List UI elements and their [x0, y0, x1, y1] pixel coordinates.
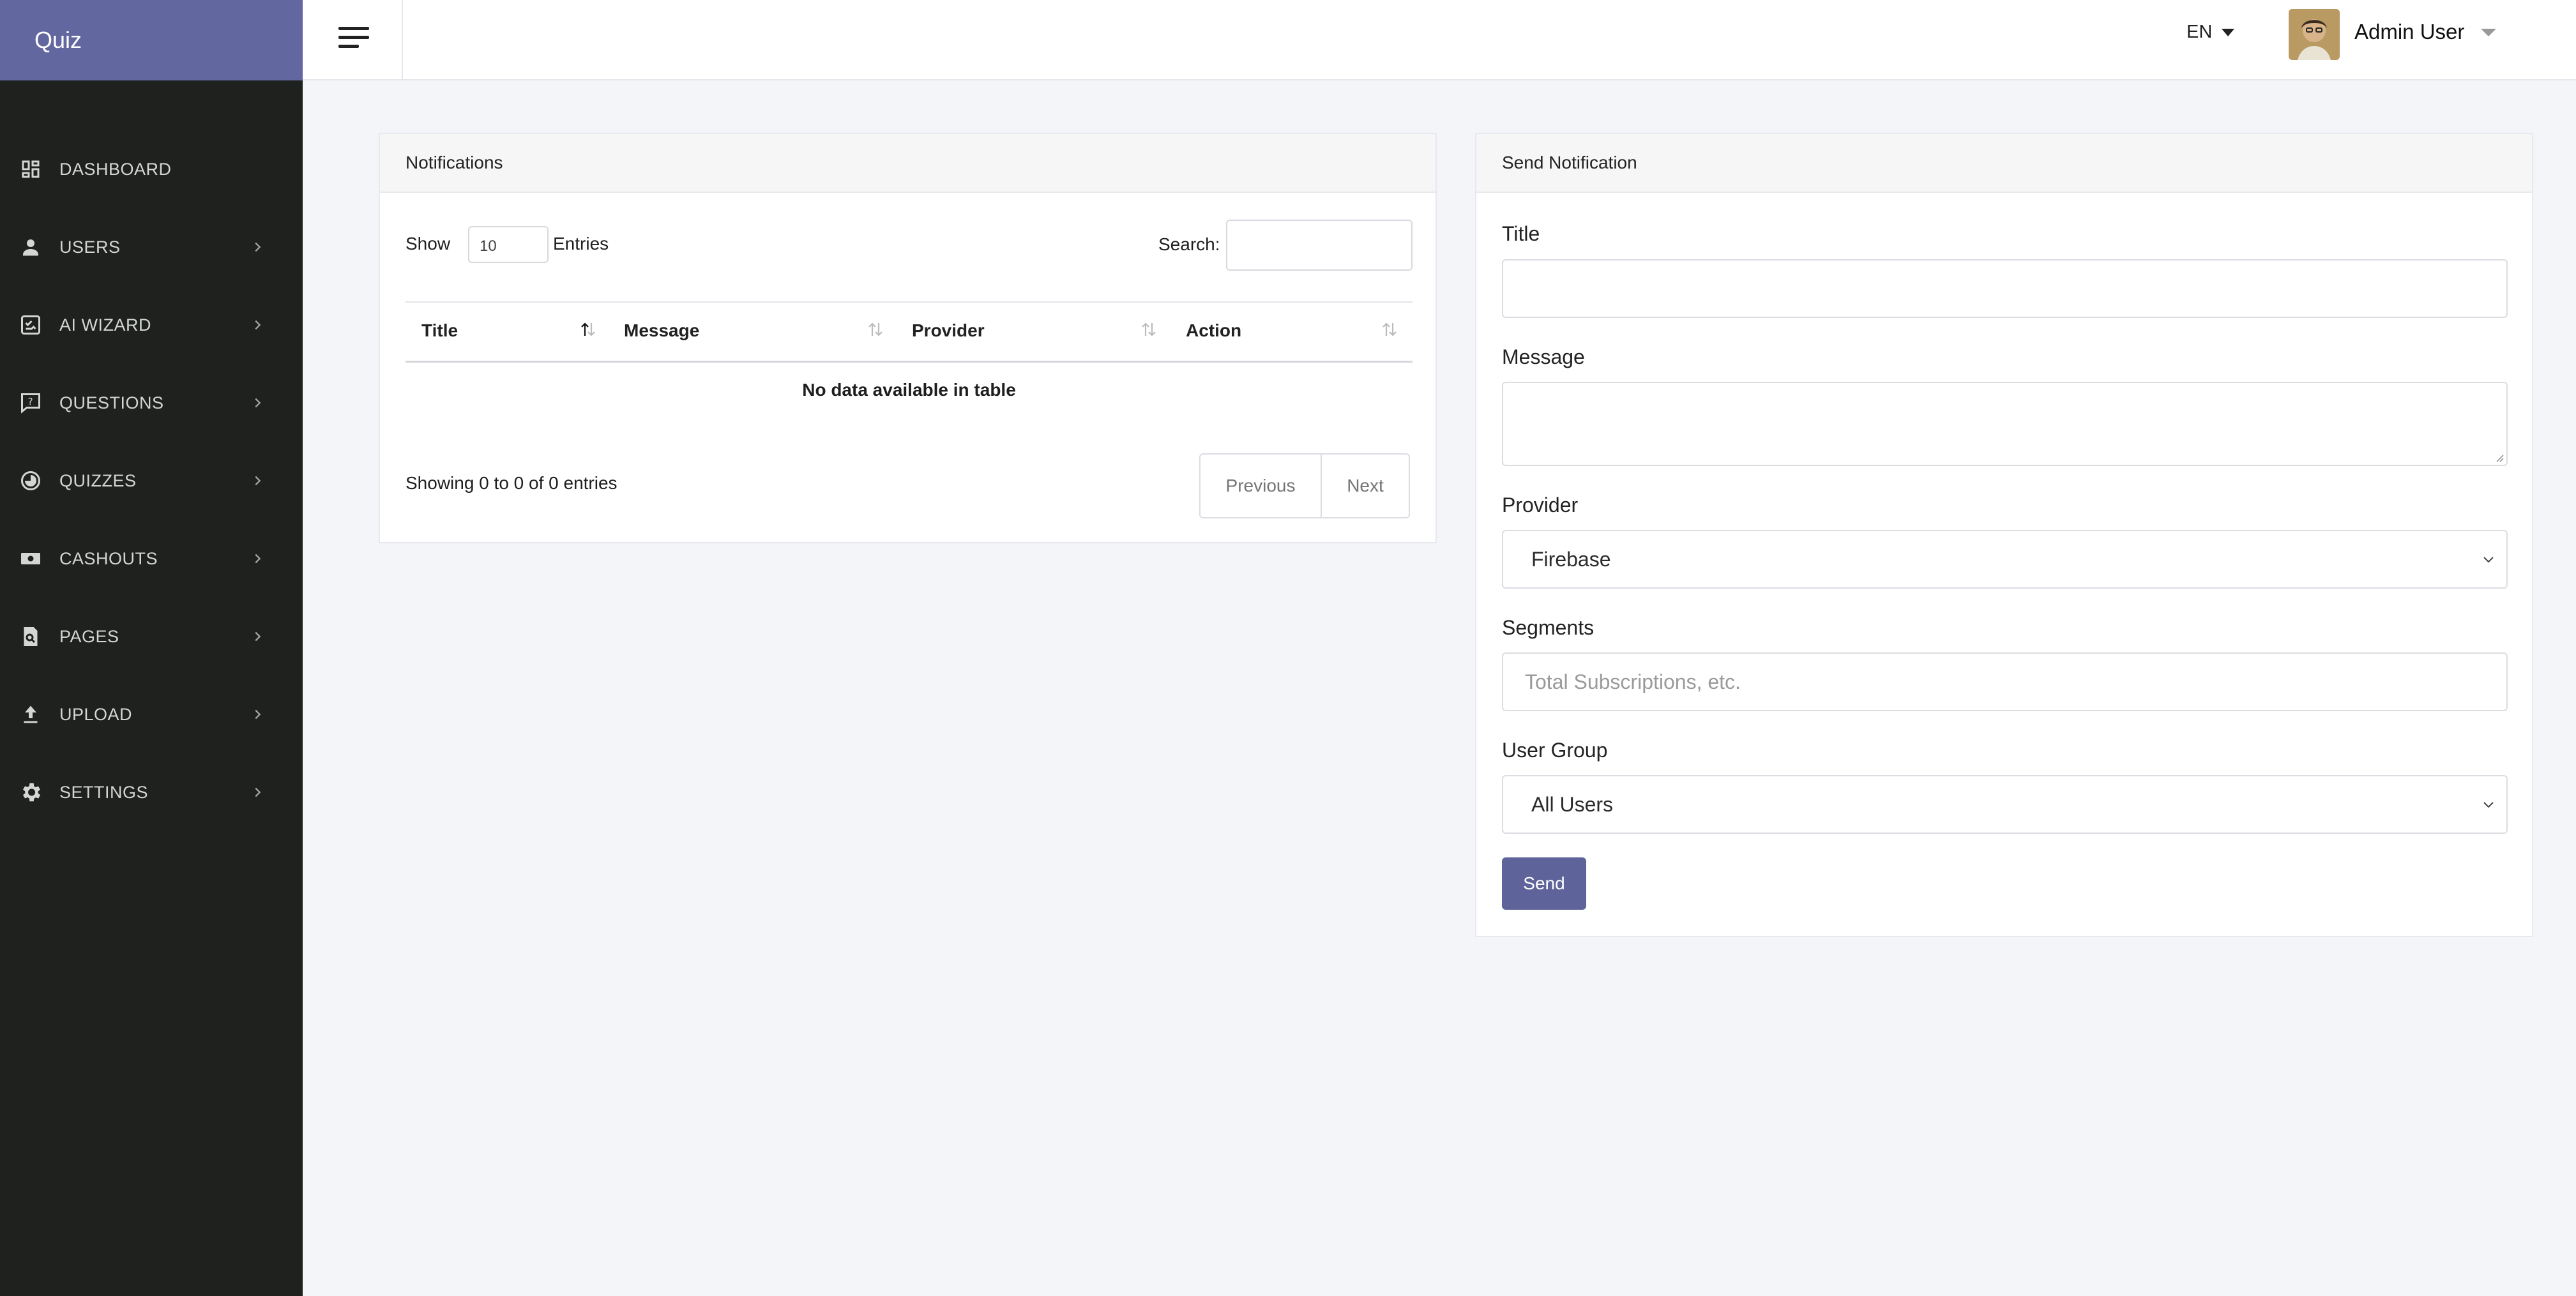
sort-icon[interactable] — [1381, 320, 1398, 338]
user-group-label: User Group — [1502, 739, 1608, 762]
resize-handle-icon[interactable] — [2494, 452, 2504, 462]
sidebar: Quiz DASHBOARD USERS AI WIZARD ? QUESTIO… — [0, 0, 303, 1296]
card-title: Notifications — [380, 134, 1436, 193]
user-icon — [18, 234, 43, 260]
caret-down-icon[interactable] — [2480, 28, 2497, 37]
search-label: Search: — [1158, 234, 1220, 254]
search-input[interactable] — [1226, 220, 1413, 271]
sidebar-item-ai-wizard[interactable]: AI WIZARD — [0, 286, 303, 364]
hamburger-menu-icon[interactable] — [335, 19, 373, 57]
sidebar-item-cashouts[interactable]: CASHOUTS — [0, 520, 303, 598]
sidebar-nav: DASHBOARD USERS AI WIZARD ? QUESTIONS QU… — [0, 130, 303, 831]
sidebar-item-label: USERS — [59, 237, 121, 257]
sidebar-item-dashboard[interactable]: DASHBOARD — [0, 130, 303, 208]
card-title: Send Notification — [1476, 134, 2532, 193]
send-notification-card: Send Notification Title Message Provider… — [1475, 133, 2533, 937]
chevron-down-icon — [2483, 802, 2494, 808]
language-label: EN — [2186, 22, 2213, 42]
sidebar-item-label: CASHOUTS — [59, 548, 158, 568]
question-icon: ? — [18, 390, 43, 416]
table-empty-message: No data available in table — [802, 380, 1016, 400]
sort-asc-icon[interactable] — [579, 320, 597, 338]
previous-button[interactable]: Previous — [1201, 455, 1322, 517]
entries-value: 10 — [480, 237, 497, 255]
chevron-right-icon — [255, 398, 261, 408]
sidebar-item-users[interactable]: USERS — [0, 208, 303, 286]
provider-select[interactable]: Firebase — [1502, 530, 2508, 589]
svg-text:?: ? — [28, 396, 34, 407]
chevron-right-icon — [255, 787, 261, 797]
sidebar-item-questions[interactable]: ? QUESTIONS — [0, 364, 303, 442]
dashboard-icon — [18, 156, 43, 182]
sort-icon[interactable] — [867, 320, 884, 338]
show-label: Show — [405, 234, 451, 253]
segments-label: Segments — [1502, 616, 1595, 639]
user-group-value: All Users — [1531, 792, 1614, 816]
column-header-provider[interactable]: Provider — [912, 320, 985, 341]
pages-icon — [18, 624, 43, 649]
sort-icon[interactable] — [1140, 320, 1158, 338]
chevron-right-icon — [255, 320, 261, 330]
user-group-select[interactable]: All Users — [1502, 775, 2508, 834]
pagination: Previous Next — [1199, 453, 1410, 518]
column-header-action[interactable]: Action — [1186, 320, 1241, 341]
brand-logo[interactable]: Quiz — [0, 0, 303, 80]
sidebar-item-label: PAGES — [59, 626, 119, 646]
sidebar-item-upload[interactable]: UPLOAD — [0, 675, 303, 753]
sidebar-item-settings[interactable]: SETTINGS — [0, 753, 303, 831]
provider-label: Provider — [1502, 494, 1579, 516]
cash-icon — [18, 546, 43, 571]
chevron-right-icon — [255, 476, 261, 486]
title-input[interactable] — [1502, 259, 2508, 318]
sidebar-item-label: QUESTIONS — [59, 393, 164, 412]
segments-input[interactable]: Total Subscriptions, etc. — [1502, 652, 2508, 711]
chevron-down-icon — [2483, 557, 2494, 563]
sidebar-item-label: SETTINGS — [59, 782, 149, 802]
topbar-divider — [402, 0, 403, 80]
table-header-border — [405, 361, 1413, 363]
table-info: Showing 0 to 0 of 0 entries — [405, 473, 617, 493]
language-selector[interactable]: EN — [2186, 22, 2235, 43]
title-label: Title — [1502, 222, 1540, 245]
sidebar-item-label: DASHBOARD — [59, 159, 172, 179]
provider-value: Firebase — [1531, 547, 1611, 571]
chevron-right-icon — [255, 631, 261, 642]
sidebar-item-pages[interactable]: PAGES — [0, 598, 303, 675]
send-button[interactable]: Send — [1502, 857, 1586, 910]
chevron-right-icon — [255, 242, 261, 252]
caret-down-icon — [2222, 28, 2235, 36]
sidebar-item-quizzes[interactable]: QUIZZES — [0, 442, 303, 520]
column-header-title[interactable]: Title — [421, 320, 458, 341]
sidebar-item-label: AI WIZARD — [59, 315, 151, 335]
message-label: Message — [1502, 345, 1585, 368]
entries-label: Entries — [553, 234, 609, 253]
quiz-icon — [18, 468, 43, 494]
column-header-message[interactable]: Message — [624, 320, 699, 341]
segments-placeholder: Total Subscriptions, etc. — [1525, 670, 1741, 693]
upload-icon — [18, 702, 43, 727]
gear-icon — [18, 780, 43, 805]
sidebar-item-label: UPLOAD — [59, 704, 133, 724]
sidebar-item-label: QUIZZES — [59, 471, 137, 490]
chevron-right-icon — [255, 709, 261, 720]
entries-select[interactable]: 10 — [468, 226, 549, 263]
avatar[interactable] — [2289, 9, 2340, 60]
chevron-right-icon — [255, 554, 261, 564]
table-top-border — [405, 301, 1413, 303]
topbar: EN Admin User — [303, 0, 2576, 80]
message-textarea[interactable] — [1502, 382, 2508, 466]
next-button[interactable]: Next — [1322, 455, 1409, 517]
brand-title: Quiz — [34, 27, 82, 53]
user-name[interactable]: Admin User — [2354, 20, 2464, 44]
ai-wizard-icon — [18, 312, 43, 338]
notifications-card: Notifications Show 10 Entries Search: Ti… — [379, 133, 1437, 543]
